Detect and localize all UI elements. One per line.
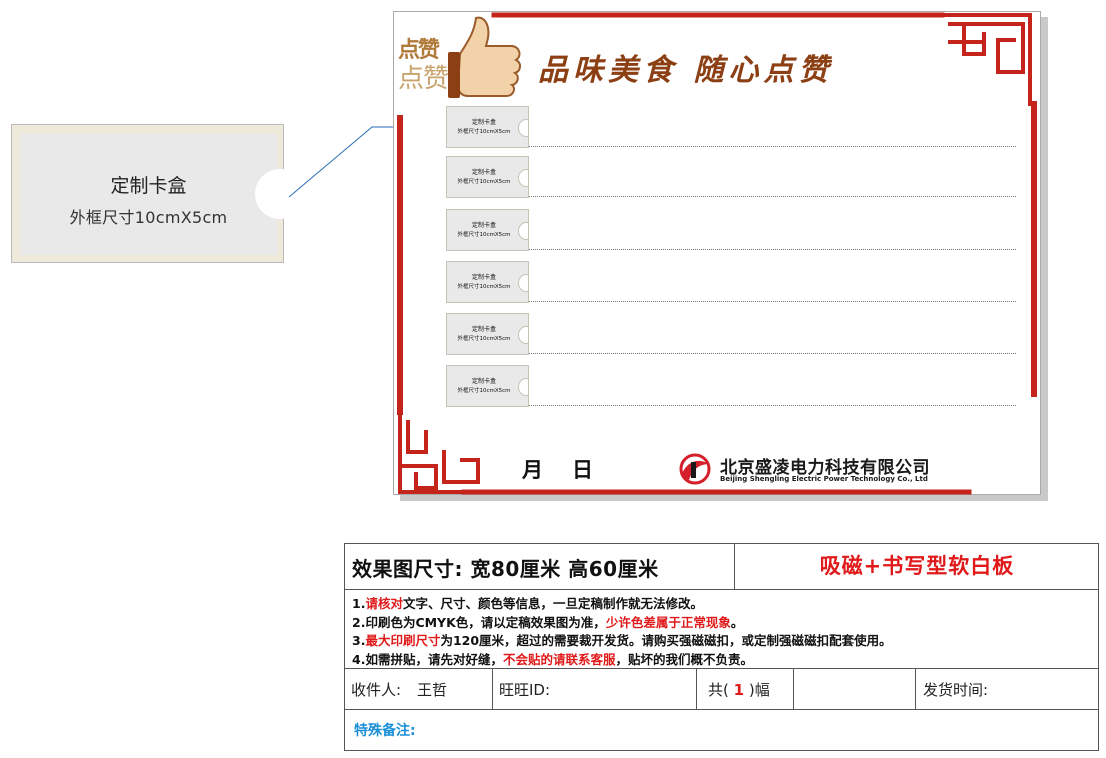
card-slot-title: 定制卡盒 [471, 222, 496, 229]
note-text: 2.印刷色为CMYK色，请以定稿效果图为准， [352, 615, 606, 630]
note-line: 4.如需拼贴，请先对好缝，不会贴的请联系客服，贴坏的我们概不负责。 [352, 649, 753, 668]
card-slot-row: 定制卡盒 外框尺寸10cmX5cm [446, 209, 1016, 251]
card-slot-size: 外框尺寸10cmX5cm [457, 284, 511, 290]
writing-line [529, 146, 1016, 147]
note-text: 1. [352, 596, 366, 611]
recipient-name: 王哲 [417, 681, 448, 699]
special-note-label: 特殊备注: [354, 723, 416, 739]
spec-size-label: 效果图尺寸: 宽80厘米 高60厘米 [352, 557, 659, 581]
writing-line [529, 249, 1016, 250]
ship-time-label: 发货时间: [923, 681, 989, 699]
date-month-label: 月 [522, 457, 543, 482]
card-slot-title: 定制卡盒 [471, 274, 496, 281]
card-slot: 定制卡盒 外框尺寸10cmX5cm [446, 106, 529, 148]
company-name-en: Beijing Shengling Electric Power Technol… [720, 475, 928, 483]
note-highlight: 少许色差属于正常现象 [605, 615, 731, 630]
company-logo-icon [679, 453, 711, 485]
card-slot-size: 外框尺寸10cmX5cm [457, 179, 511, 185]
spec-table: 效果图尺寸: 宽80厘米 高60厘米 吸磁+书写型软白板 1.请核对文字、尺寸、… [344, 543, 1099, 751]
writing-line [529, 405, 1016, 406]
card-slot: 定制卡盒 外框尺寸10cmX5cm [446, 261, 529, 303]
note-text: 4.如需拼贴，请先对好缝， [352, 652, 503, 667]
note-text: 为120厘米，超过的需要裁开发货。请购买强磁磁扣，或定制强磁磁扣配套使用。 [440, 633, 892, 648]
note-highlight: 请核对 [365, 596, 403, 611]
thumbs-up-icon [448, 16, 521, 98]
note-line: 2.印刷色为CMYK色，请以定稿效果图为准，少许色差属于正常现象。 [352, 612, 743, 631]
note-highlight: 最大印刷尺寸 [365, 633, 441, 648]
note-highlight: 不会贴的请联系客服 [502, 652, 616, 667]
card-slot-notch [518, 378, 528, 396]
whiteboard-design: 点赞 点赞 品味美食 随心点赞 定制卡盒 外框尺寸10cmX5cm 定制卡盒 外… [393, 11, 1041, 495]
note-line: 1.请核对文字、尺寸、颜色等信息，一旦定稿制作就无法修改。 [352, 593, 703, 612]
writing-line [529, 353, 1016, 354]
card-slot-notch [518, 326, 528, 344]
card-slot-title: 定制卡盒 [471, 378, 496, 385]
note-text: ，贴坏的我们概不负责。 [615, 652, 753, 667]
writing-line [529, 301, 1016, 302]
divider [793, 668, 794, 709]
note-text: 3. [352, 633, 366, 648]
note-text: 文字、尺寸、颜色等信息，一旦定稿制作就无法修改。 [402, 596, 703, 611]
brand-logo-bottom: 点赞 [398, 64, 449, 94]
card-slot-notch [518, 274, 528, 292]
card-slot: 定制卡盒 外框尺寸10cmX5cm [446, 365, 529, 407]
card-slot-row: 定制卡盒 外框尺寸10cmX5cm [446, 156, 1016, 198]
wangwang-id-label: 旺旺ID: [499, 681, 551, 699]
product-type-label: 吸磁+书写型软白板 [819, 554, 1015, 578]
brand-logo: 点赞 点赞 [398, 32, 449, 95]
card-slot-title: 定制卡盒 [471, 119, 496, 126]
divider [696, 668, 697, 709]
panel-count-prefix: 共( [708, 681, 729, 699]
card-slot: 定制卡盒 外框尺寸10cmX5cm [446, 313, 529, 355]
card-slot-notch [518, 169, 528, 187]
note-text: 。 [730, 615, 744, 630]
card-slot-notch [518, 222, 528, 240]
card-slot-row: 定制卡盒 外框尺寸10cmX5cm [446, 261, 1016, 303]
divider [915, 668, 916, 709]
card-slot-notch [518, 119, 528, 137]
card-slot-row: 定制卡盒 外框尺寸10cmX5cm [446, 365, 1016, 407]
note-line: 3.最大印刷尺寸为120厘米，超过的需要裁开发货。请购买强磁磁扣，或定制强磁磁扣… [352, 630, 892, 649]
divider [345, 709, 1098, 710]
card-slot-size: 外框尺寸10cmX5cm [457, 232, 511, 238]
card-slot-size: 外框尺寸10cmX5cm [457, 336, 511, 342]
date-day-label: 日 [572, 457, 593, 482]
panel-count: 共( 1 )幅 [708, 679, 770, 700]
panel-count-value: 1 [733, 681, 745, 699]
card-slot-size: 外框尺寸10cmX5cm [457, 129, 511, 135]
card-slot: 定制卡盒 外框尺寸10cmX5cm [446, 156, 529, 198]
card-slot: 定制卡盒 外框尺寸10cmX5cm [446, 209, 529, 251]
divider [492, 668, 493, 709]
board-title: 品味美食 随心点赞 [538, 53, 834, 88]
writing-line [529, 196, 1016, 197]
recipient-label: 收件人: [351, 681, 402, 699]
card-slot-title: 定制卡盒 [471, 169, 496, 176]
divider [345, 668, 1098, 669]
card-slot-size: 外框尺寸10cmX5cm [457, 388, 511, 394]
card-slot-title: 定制卡盒 [471, 326, 496, 333]
card-slot-row: 定制卡盒 外框尺寸10cmX5cm [446, 106, 1016, 148]
divider [345, 589, 1098, 590]
panel-count-suffix: )幅 [748, 681, 770, 699]
card-slot-row: 定制卡盒 外框尺寸10cmX5cm [446, 313, 1016, 355]
